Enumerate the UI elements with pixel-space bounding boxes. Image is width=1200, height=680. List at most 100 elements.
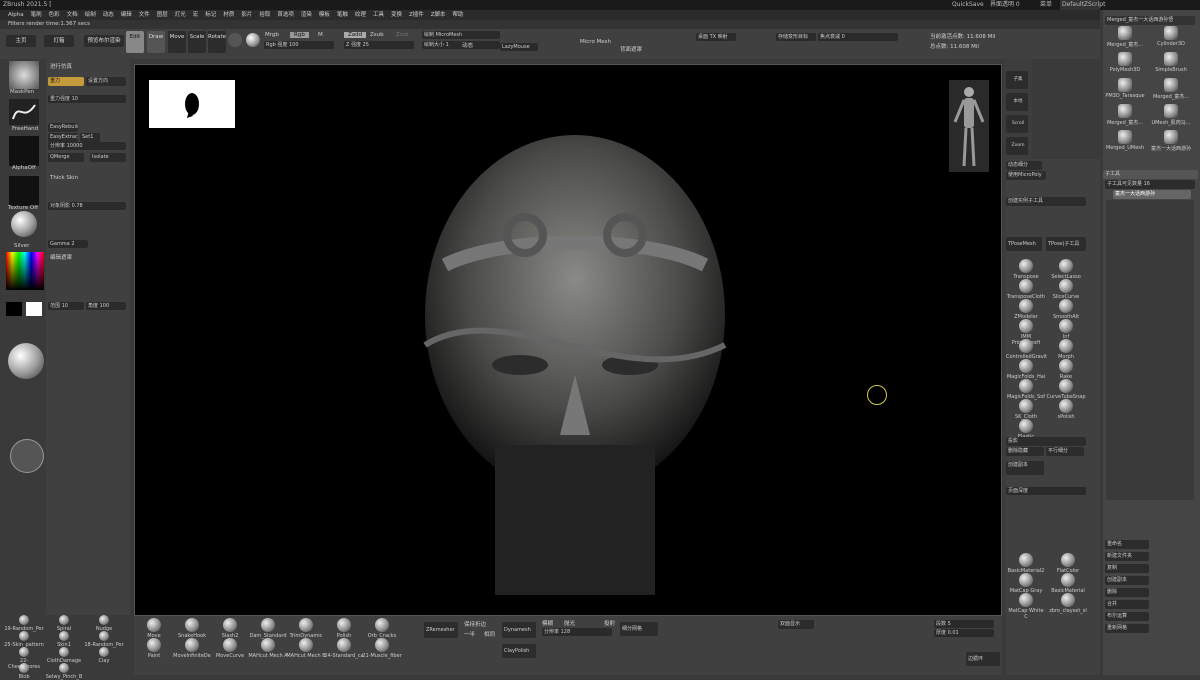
subtool-action-button[interactable]: 删除 [1105, 588, 1149, 597]
project-button[interactable]: 投影 [1006, 437, 1086, 446]
subtool-action-button[interactable]: 新建文件夹 [1105, 552, 1149, 561]
brush-tile[interactable]: Orb_Cracks [362, 618, 402, 639]
menu-item[interactable]: 帮助 [453, 10, 464, 20]
draw-button[interactable]: Draw [147, 31, 165, 53]
zcut-toggle[interactable]: Zcut [396, 32, 408, 38]
transparency-slider[interactable]: 界面透明 0 [990, 0, 1020, 10]
brush-tile[interactable]: Transpose [1006, 259, 1046, 280]
tool-thumbnail[interactable]: SimpleBrush [1151, 52, 1191, 73]
brush-tile[interactable]: TrimDynamic [286, 618, 326, 639]
brush-tile[interactable]: MagicFolds_Hai [1006, 359, 1046, 380]
color-sphere-icon[interactable] [246, 33, 260, 47]
material-tile[interactable]: BasicMaterial [1048, 573, 1088, 594]
material-thumbnail[interactable] [11, 211, 37, 237]
brush-tile[interactable]: ClothDamage [44, 647, 84, 664]
subdivide-button[interactable]: 细分网格 [620, 622, 658, 636]
polish-label[interactable]: 抛光 [564, 619, 575, 627]
material-tile[interactable]: MatCap White C [1006, 593, 1046, 620]
scale-button[interactable]: Scale [188, 31, 206, 53]
menu-item[interactable]: 色彩 [49, 10, 60, 20]
menu-item[interactable]: Z插件 [409, 10, 424, 20]
brush-tile[interactable]: ControlledGravit [1006, 339, 1047, 360]
menu-item[interactable]: Z脚本 [431, 10, 446, 20]
isolate-button[interactable]: Isolate [90, 153, 126, 162]
edit-mask-label[interactable]: 编辑遮罩 [50, 253, 72, 261]
menu-item[interactable]: 纹理 [355, 10, 366, 20]
material-tile[interactable]: zbro_clayset_sl [1048, 593, 1088, 614]
menu-item[interactable]: 变换 [391, 10, 402, 20]
brush-tile[interactable]: SliceCurve [1046, 279, 1086, 300]
section-button[interactable]: 平行细分 [1046, 447, 1084, 456]
subtool-list[interactable] [1106, 200, 1194, 500]
same-button[interactable]: 相同 [484, 630, 495, 638]
sculpt-head-model[interactable] [385, 115, 765, 615]
dynamic-toggle[interactable]: 动态 [462, 41, 473, 49]
double-sided-button[interactable]: 双面显示 [778, 620, 814, 629]
tool-thumbnail[interactable]: Merged_童杰... [1105, 104, 1145, 126]
subtool-action-button[interactable]: 创建副本 [1105, 576, 1149, 585]
delete-hidden-button[interactable]: 删除隐藏 [1006, 447, 1044, 456]
rgb-toggle[interactable]: Rgb [290, 32, 309, 38]
brush-tile[interactable]: MAHcut Mech B [286, 638, 326, 659]
brush-tile[interactable]: 18-Random_Por [84, 631, 124, 648]
brush-tile[interactable]: 24-Standard_ca [324, 638, 364, 659]
menu-item[interactable]: 影片 [241, 10, 252, 20]
gravity-strength-slider[interactable]: 重力强度 10 [48, 95, 126, 103]
menu-item[interactable]: 灯光 [175, 10, 186, 20]
morph-target-button[interactable]: 存储变形目标 [776, 33, 816, 41]
brush-tile[interactable]: SelectLasso [1046, 259, 1086, 280]
texture-thumbnail[interactable] [9, 176, 39, 206]
pin-button[interactable]: 桌面 TX 映射 [696, 33, 736, 41]
brush-tile[interactable]: MAHcut Mech A [248, 638, 288, 659]
shelf-button[interactable]: 子集 [1006, 71, 1028, 89]
set1-button[interactable]: Set1 [80, 133, 100, 142]
light-sphere[interactable] [8, 343, 44, 379]
tool-thumbnail[interactable]: PolyMesh3D [1105, 52, 1145, 73]
menu-item[interactable]: 材质 [223, 10, 234, 20]
m-toggle[interactable]: M [318, 32, 323, 38]
brush-tile[interactable]: Slash2 [210, 618, 250, 639]
color-picker[interactable] [6, 252, 44, 290]
segments-slider[interactable]: 段数 5 [934, 620, 994, 628]
edit-button[interactable]: Edit [126, 31, 144, 53]
menu-item[interactable]: 宏 [193, 10, 199, 20]
menu-item[interactable]: 文件 [139, 10, 150, 20]
menu-item[interactable]: 标记 [205, 10, 216, 20]
shelf-button[interactable]: Scroll [1006, 115, 1028, 133]
primary-color-swatch[interactable] [6, 302, 22, 316]
brush-tile[interactable]: sPolish [1046, 399, 1086, 420]
dynamesh-button[interactable]: Dynamesh [502, 622, 536, 638]
gravity-button[interactable]: 重力 [48, 77, 84, 86]
tposemesh-button[interactable]: TPoseMesh [1006, 237, 1042, 251]
lazymouse-toggle[interactable]: LazyMouse [500, 43, 538, 51]
home-button[interactable]: 主页 [6, 35, 36, 47]
brush-tile[interactable]: MoveCurve [210, 638, 250, 659]
tool-thumbnail[interactable]: Cylinder3D [1151, 26, 1191, 47]
resolution-slider[interactable]: 分辨率 10000 [48, 142, 126, 150]
qmerge-button[interactable]: QMerge [48, 153, 84, 162]
backface-button[interactable]: 背面遮罩 [620, 45, 642, 53]
zremesher-button[interactable]: ZRemesher [424, 622, 458, 638]
brush-tile[interactable]: MagicFolds_Sof [1006, 379, 1046, 400]
zadd-toggle[interactable]: Zadd [344, 32, 367, 38]
brush-tile[interactable]: SK_Cloth [1006, 399, 1046, 420]
subtool-action-button[interactable]: 布尔运算 [1105, 612, 1149, 621]
brush-tile[interactable]: CurveTubeSnap [1046, 379, 1086, 400]
micropoly-button[interactable]: 使用MicroPoly [1006, 171, 1046, 180]
shelf-button[interactable]: 本地 [1006, 93, 1028, 111]
project-label[interactable]: 投射 [604, 619, 615, 627]
thick-skin-label[interactable]: Thick Skin [50, 175, 78, 181]
stroke-thumbnail[interactable] [9, 99, 39, 125]
tool-thumbnail[interactable]: Merged_UMesh [1105, 130, 1145, 151]
gravity-direction-button[interactable]: 设置方向 [86, 77, 126, 86]
menu-item[interactable]: 编辑 [121, 10, 132, 20]
menu-item[interactable]: 拾取 [259, 10, 270, 20]
brush-tile[interactable]: Rake [1046, 359, 1086, 380]
easyextract-button[interactable]: EasyExtract [48, 133, 78, 142]
material-tile[interactable]: BasicMaterial2 [1006, 553, 1046, 574]
default-script[interactable]: DefaultZScript [1060, 0, 1105, 10]
alpha-thumbnail[interactable] [9, 136, 39, 166]
brush-tile[interactable]: TransposeCloth [1006, 279, 1046, 300]
secondary-color-swatch[interactable] [26, 302, 42, 316]
navigator-thumbnail[interactable] [149, 80, 235, 128]
